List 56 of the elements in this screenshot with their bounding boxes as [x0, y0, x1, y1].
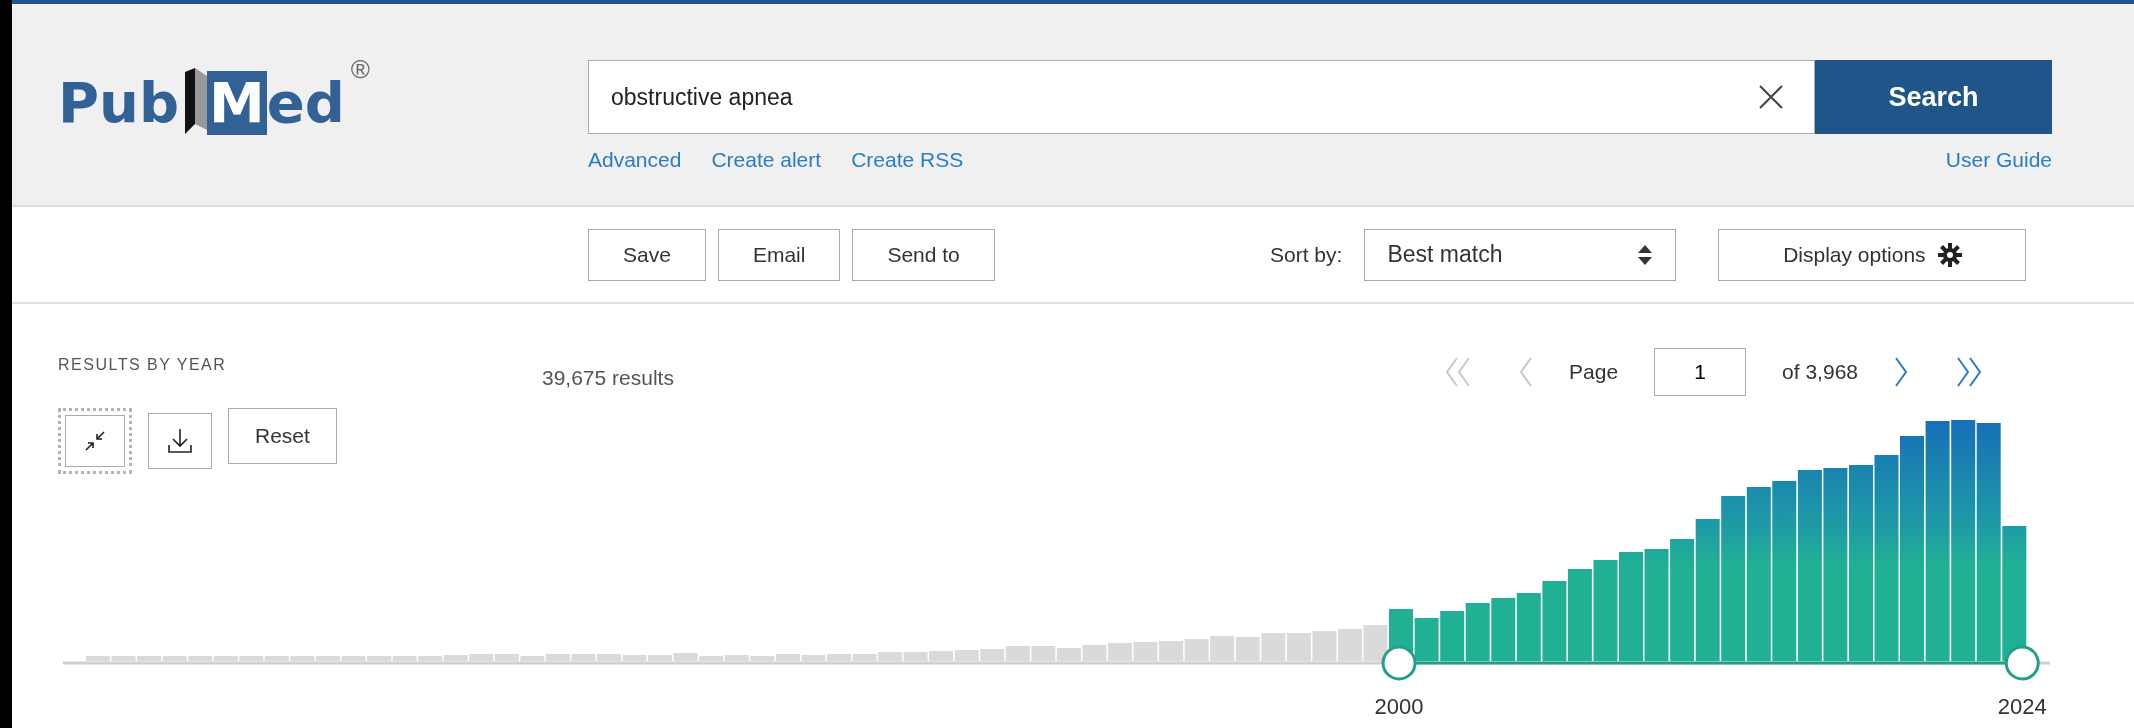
sort-select[interactable]: Best match: [1364, 228, 1677, 281]
section-title: RESULTS BY YEAR: [57, 355, 228, 375]
histogram-bar: [1516, 593, 1541, 661]
histogram-bar: [1491, 598, 1516, 661]
histogram-bar: [1414, 618, 1439, 661]
link[interactable]: Create RSS: [851, 148, 964, 172]
year-label: 2000: [1374, 694, 1424, 719]
inward-arrows-icon: [84, 430, 106, 452]
reset-button[interactable]: Reset: [228, 408, 337, 464]
histogram-bar: [903, 652, 928, 661]
histogram-bar: [1031, 646, 1056, 661]
histogram-bar: [1184, 639, 1209, 661]
histogram-bar: [1133, 642, 1158, 661]
histogram-bar: [1159, 641, 1184, 661]
chevron-right-icon: [1892, 356, 1910, 388]
search-button[interactable]: Search: [1815, 60, 2052, 134]
histogram-bar: [1465, 603, 1490, 661]
histogram-bar: [1312, 631, 1337, 661]
download-button[interactable]: [148, 413, 212, 469]
link[interactable]: User Guide: [1945, 148, 2052, 172]
sort-label: Sort by:: [1270, 242, 1343, 267]
download-icon: [167, 428, 193, 454]
page-total: of 3,968: [1782, 360, 1858, 384]
link[interactable]: Create alert: [711, 148, 822, 172]
histogram-bar: [1056, 648, 1081, 661]
logo-text: Med: [207, 69, 345, 137]
action-button[interactable]: Send to: [852, 228, 995, 281]
page-label: Page: [1569, 360, 1619, 384]
registered-mark: ®: [350, 54, 370, 85]
histogram-bar: [1338, 629, 1362, 661]
collapse-button[interactable]: [58, 408, 132, 474]
histogram-bar: [1108, 643, 1132, 661]
page-input[interactable]: 1: [1654, 348, 1747, 396]
histogram-bar: [1235, 637, 1260, 661]
histogram-bar: [878, 652, 903, 661]
histogram-bar: [954, 650, 979, 661]
histogram-bar: [1082, 645, 1107, 661]
action-button[interactable]: Save: [588, 228, 706, 281]
double-chevron-right-icon: [1954, 356, 1984, 388]
histogram-bar: [1286, 633, 1311, 661]
gear-icon: [1937, 242, 1962, 267]
slider-handle[interactable]: [2004, 645, 2040, 681]
slider-handle[interactable]: [1381, 645, 1417, 681]
link[interactable]: Advanced: [588, 148, 682, 172]
display-options-button[interactable]: Display options: [1718, 228, 2027, 281]
histogram-bar: [1440, 611, 1465, 661]
histogram-bar: [980, 649, 1005, 661]
results-count: 39,675 results: [542, 366, 674, 390]
histogram-bar: [1005, 646, 1030, 661]
up-down-icon: [1637, 243, 1654, 266]
histogram-bar: [1210, 636, 1235, 661]
histogram-bar: [929, 651, 954, 661]
logo-text: Pub: [58, 69, 179, 137]
histogram-bar: [1261, 633, 1286, 661]
year-label: 2024: [1997, 694, 2047, 719]
action-button[interactable]: Email: [717, 228, 841, 281]
